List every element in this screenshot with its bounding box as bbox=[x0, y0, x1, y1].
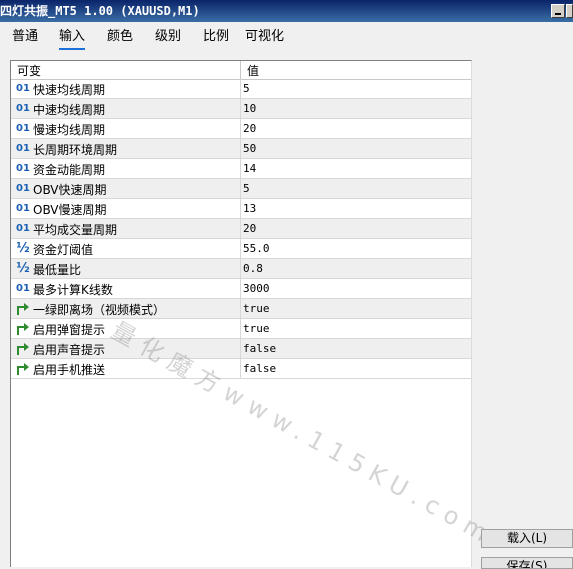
table-body: 01 快速均线周期 5 01 中速均线周期 10 01 慢速均线周期 20 01 长周期环境周期 50… bbox=[11, 79, 471, 379]
table-row[interactable]: 01 慢速均线周期 20 bbox=[11, 119, 471, 139]
parameter-value[interactable]: false bbox=[243, 362, 276, 375]
parameter-name: 快速均线周期 bbox=[33, 83, 106, 97]
parameter-value[interactable]: 10 bbox=[243, 102, 256, 115]
window-title: 四灯共振_MT5 1.00 (XAUUSD,M1) bbox=[0, 4, 200, 18]
parameter-name: 资金灯阈值 bbox=[33, 243, 94, 257]
column-header-variable[interactable]: 可变 bbox=[17, 62, 41, 79]
int-icon: 01 bbox=[16, 143, 30, 154]
int-icon: 01 bbox=[16, 283, 30, 294]
parameter-value[interactable]: 50 bbox=[243, 142, 256, 155]
bool-icon bbox=[15, 341, 31, 357]
parameter-value[interactable]: true bbox=[243, 302, 270, 315]
table-row[interactable]: 一绿即离场（视频模式） true bbox=[11, 299, 471, 319]
parameter-name: 长周期环境周期 bbox=[33, 143, 118, 157]
int-icon: 01 bbox=[16, 203, 30, 214]
parameter-value[interactable]: 5 bbox=[243, 182, 250, 195]
parameter-name: 启用声音提示 bbox=[33, 343, 106, 357]
parameter-name: 启用弹窗提示 bbox=[33, 323, 106, 337]
parameter-value[interactable]: 20 bbox=[243, 122, 256, 135]
window-titlebar: 四灯共振_MT5 1.00 (XAUUSD,M1) bbox=[0, 0, 573, 22]
bool-icon bbox=[15, 301, 31, 317]
table-row[interactable]: 01 平均成交量周期 20 bbox=[11, 219, 471, 239]
parameter-value[interactable]: 3000 bbox=[243, 282, 270, 295]
parameter-name: 启用手机推送 bbox=[33, 363, 106, 377]
load-button[interactable]: 载入(L) bbox=[481, 529, 573, 548]
tab-colors[interactable]: 颜色 bbox=[107, 28, 133, 46]
table-row[interactable]: ½ 最低量比 0.8 bbox=[11, 259, 471, 279]
table-row[interactable]: 01 快速均线周期 5 bbox=[11, 79, 471, 99]
double-icon: ½ bbox=[16, 241, 30, 256]
tab-levels[interactable]: 级别 bbox=[155, 28, 181, 46]
parameter-name: OBV快速周期 bbox=[33, 183, 107, 197]
parameter-name: 资金动能周期 bbox=[33, 163, 106, 177]
parameter-name: 一绿即离场（视频模式） bbox=[33, 303, 166, 317]
parameter-name: 最低量比 bbox=[33, 263, 82, 277]
tab-scale[interactable]: 比例 bbox=[203, 28, 229, 46]
table-row[interactable]: 01 OBV快速周期 5 bbox=[11, 179, 471, 199]
tab-bar: 普通 输入 颜色 级别 比例 可视化 bbox=[0, 24, 573, 50]
parameter-value[interactable]: 14 bbox=[243, 162, 256, 175]
tab-common[interactable]: 普通 bbox=[12, 28, 38, 46]
parameter-value[interactable]: 0.8 bbox=[243, 262, 263, 275]
int-icon: 01 bbox=[16, 83, 30, 94]
parameter-value[interactable]: 13 bbox=[243, 202, 256, 215]
parameter-name: 慢速均线周期 bbox=[33, 123, 106, 137]
int-icon: 01 bbox=[16, 163, 30, 174]
parameter-value[interactable]: 5 bbox=[243, 82, 250, 95]
parameter-name: 平均成交量周期 bbox=[33, 223, 118, 237]
table-row[interactable]: 启用声音提示 false bbox=[11, 339, 471, 359]
table-header: 可变 值 bbox=[11, 61, 471, 80]
minimize-button[interactable] bbox=[551, 4, 565, 18]
parameter-value[interactable]: 55.0 bbox=[243, 242, 270, 255]
tab-visualization[interactable]: 可视化 bbox=[245, 28, 284, 46]
inputs-table: 可变 值 01 快速均线周期 5 01 中速均线周期 10 01 慢速均线周期 20 01 长周期环… bbox=[10, 60, 499, 567]
table-row[interactable]: 启用弹窗提示 true bbox=[11, 319, 471, 339]
int-icon: 01 bbox=[16, 223, 30, 234]
parameter-name: 中速均线周期 bbox=[33, 103, 106, 117]
bool-icon bbox=[15, 361, 31, 377]
parameter-value[interactable]: false bbox=[243, 342, 276, 355]
parameter-value[interactable]: true bbox=[243, 322, 270, 335]
int-icon: 01 bbox=[16, 123, 30, 134]
table-row[interactable]: 01 中速均线周期 10 bbox=[11, 99, 471, 119]
maximize-button[interactable] bbox=[566, 4, 573, 18]
table-row[interactable]: 01 资金动能周期 14 bbox=[11, 159, 471, 179]
int-icon: 01 bbox=[16, 183, 30, 194]
column-header-value[interactable]: 值 bbox=[247, 62, 259, 79]
tab-inputs[interactable]: 输入 bbox=[59, 28, 86, 50]
parameter-value[interactable]: 20 bbox=[243, 222, 256, 235]
bool-icon bbox=[15, 321, 31, 337]
int-icon: 01 bbox=[16, 103, 30, 114]
table-row[interactable]: 01 最多计算K线数 3000 bbox=[11, 279, 471, 299]
table-row[interactable]: ½ 资金灯阈值 55.0 bbox=[11, 239, 471, 259]
save-button[interactable]: 保存(S) bbox=[481, 557, 573, 569]
parameter-name: 最多计算K线数 bbox=[33, 283, 113, 297]
table-row[interactable]: 01 OBV慢速周期 13 bbox=[11, 199, 471, 219]
parameter-name: OBV慢速周期 bbox=[33, 203, 107, 217]
double-icon: ½ bbox=[16, 261, 30, 276]
table-row[interactable]: 启用手机推送 false bbox=[11, 359, 471, 379]
table-row[interactable]: 01 长周期环境周期 50 bbox=[11, 139, 471, 159]
